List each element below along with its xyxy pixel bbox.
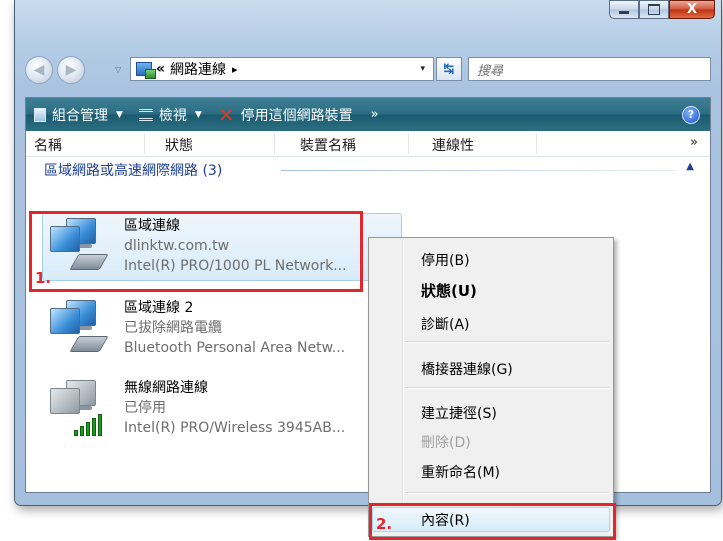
menu-item-disable[interactable]: 停用(B) <box>421 250 470 270</box>
menu-separator <box>405 341 609 343</box>
menu-separator <box>405 387 609 389</box>
menu-separator <box>405 492 609 494</box>
view-label: 檢視 <box>158 107 187 124</box>
column-divider[interactable] <box>536 133 537 154</box>
column-header-connectivity[interactable]: 連線性 <box>432 135 474 155</box>
navigation-bar: ◀ ▶ ▽ « 網路連線 ▸ ▾ ↹ 搜尋 <box>25 52 711 88</box>
connection-item-wireless[interactable]: 無線網路連線 已停用 Intel(R) PRO/Wireless 3945AB.… <box>42 378 382 450</box>
menu-item-status[interactable]: 狀態(U) <box>421 280 477 301</box>
address-dropdown-icon[interactable]: ▾ <box>420 64 425 74</box>
wireless-network-icon <box>46 378 114 442</box>
recent-pages-dropdown-icon[interactable]: ▽ <box>115 65 121 74</box>
breadcrumb-network-connections[interactable]: 網路連線 <box>170 59 226 79</box>
command-toolbar: 組合管理 ▼ 檢視 ▼ ✕ 停用這個網路裝置 » ? <box>26 98 710 131</box>
forward-arrow-icon: ▶ <box>65 62 77 78</box>
menu-item-bridge[interactable]: 橋接器連線(G) <box>421 359 513 379</box>
chevron-down-icon: ▼ <box>116 109 123 120</box>
annotation-box-step-1 <box>29 211 363 292</box>
breadcrumb-prefix[interactable]: « <box>156 61 165 77</box>
view-button[interactable]: 檢視 ▼ <box>131 98 210 131</box>
toolbar-overflow-button[interactable]: » <box>361 98 389 131</box>
disable-device-button[interactable]: ✕ 停用這個網路裝置 <box>210 98 361 131</box>
connection-item-local-area-2[interactable]: 區域連線 2 已拔除網路電纜 Bluetooth Personal Area N… <box>42 298 382 370</box>
column-header-device-name[interactable]: 裝置名稱 <box>300 135 356 155</box>
forward-button[interactable]: ▶ <box>57 56 85 84</box>
connection-status: 已拔除網路電纜 <box>124 320 222 336</box>
close-button[interactable]: X <box>669 0 715 19</box>
connection-name: 區域連線 2 <box>124 300 194 316</box>
back-button[interactable]: ◀ <box>25 56 53 84</box>
address-bar[interactable]: « 網路連線 ▸ ▾ <box>130 57 434 81</box>
column-headers: 名稱 狀態 裝置名稱 連線性 » <box>26 131 710 157</box>
context-menu: 停用(B) 狀態(U) 診斷(A) 橋接器連線(G) 建立捷徑(S) 刪除(D)… <box>368 237 614 504</box>
connection-name: 無線網路連線 <box>124 380 208 396</box>
refresh-button[interactable]: ↹ <box>436 57 462 81</box>
menu-item-create-shortcut[interactable]: 建立捷徑(S) <box>421 403 497 423</box>
view-icon <box>138 108 153 121</box>
wired-network-icon <box>46 298 114 362</box>
back-arrow-icon: ◀ <box>33 62 45 78</box>
breadcrumb-arrow-icon[interactable]: ▸ <box>232 63 238 76</box>
column-divider[interactable] <box>408 133 409 154</box>
collapse-group-icon[interactable]: ▲ <box>686 161 694 172</box>
close-icon: X <box>686 2 698 17</box>
search-input[interactable]: 搜尋 <box>468 57 711 81</box>
chevron-down-icon: ▼ <box>194 109 202 120</box>
column-divider[interactable] <box>274 133 275 154</box>
menu-item-rename[interactable]: 重新命名(M) <box>421 462 500 482</box>
group-header[interactable]: 區域網路或高速網際網路 (3) ▲ <box>26 160 710 180</box>
menu-item-diagnose[interactable]: 診斷(A) <box>421 314 470 334</box>
organize-button[interactable]: 組合管理 ▼ <box>26 98 131 131</box>
column-divider[interactable] <box>144 133 145 154</box>
disable-x-icon: ✕ <box>217 102 235 127</box>
organize-icon <box>34 107 46 122</box>
more-columns-button[interactable]: » <box>690 135 698 150</box>
maximize-button[interactable] <box>639 0 669 19</box>
minimize-icon <box>619 11 629 14</box>
connection-device: Bluetooth Personal Area Netw... <box>124 340 346 356</box>
organize-label: 組合管理 <box>52 107 108 124</box>
menu-item-delete: 刪除(D) <box>421 435 471 451</box>
annotation-label-step-1: 1. <box>35 269 52 287</box>
connection-device: Intel(R) PRO/Wireless 3945AB... <box>124 420 346 436</box>
disable-device-label: 停用這個網路裝置 <box>240 107 353 124</box>
signal-bars-icon <box>74 414 104 436</box>
search-placeholder: 搜尋 <box>477 63 504 79</box>
refresh-icon: ↹ <box>443 61 455 77</box>
column-header-status[interactable]: 狀態 <box>165 135 193 155</box>
help-icon[interactable]: ? <box>682 105 700 124</box>
group-divider <box>281 170 676 171</box>
minimize-button[interactable] <box>609 0 639 19</box>
connection-status: 已停用 <box>124 400 166 416</box>
annotation-box-step-2 <box>369 503 616 540</box>
maximize-icon <box>648 4 660 15</box>
annotation-label-step-2: 2. <box>376 515 393 533</box>
column-header-name[interactable]: 名稱 <box>34 135 62 155</box>
network-folder-icon <box>136 62 156 79</box>
group-title: 區域網路或高速網際網路 (3) <box>44 163 223 179</box>
caption-buttons: X <box>609 0 715 20</box>
